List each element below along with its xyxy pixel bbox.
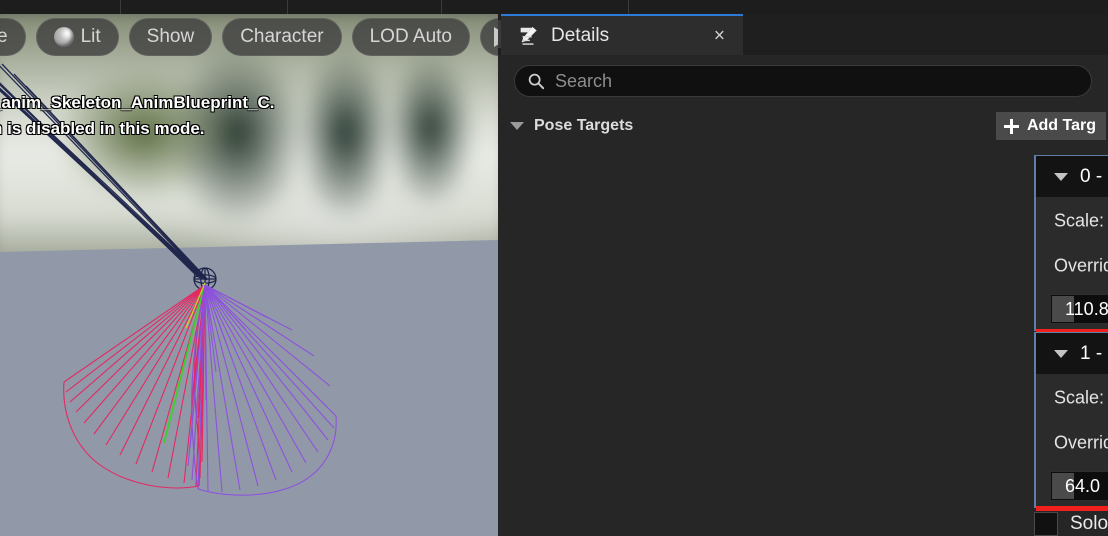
3d-viewport[interactable]: tive Lit Show Character LOD Auto _anim_S… bbox=[0, 0, 498, 536]
override-label: Override: bbox=[1054, 255, 1108, 276]
viewport-overlay-text: _anim_Skeleton_AnimBlueprint_C. n is dis… bbox=[0, 90, 274, 142]
pose-driver-visualization bbox=[0, 63, 498, 536]
pose-target-header[interactable]: 0 - Pose_1 13.5 S bbox=[1036, 156, 1108, 197]
viewport-lod-label: LOD Auto bbox=[369, 26, 452, 47]
lit-sphere-icon bbox=[53, 27, 74, 47]
pose-target-card: 1 - Pose_0 80.6 S Sca bbox=[1034, 332, 1108, 511]
tab-details[interactable]: Details × bbox=[501, 14, 743, 55]
app-root: tive Lit Show Character LOD Auto _anim_S… bbox=[0, 0, 1108, 536]
section-title: Pose Targets bbox=[534, 117, 634, 134]
add-target-button[interactable]: Add Targ bbox=[995, 112, 1106, 140]
chevron-down-icon[interactable] bbox=[1054, 349, 1068, 358]
pose-target-fields: Scale: 1.0 Drive: Pose_1 Hidden: Overrid… bbox=[1036, 197, 1108, 331]
viewport-mode-label: tive bbox=[0, 26, 8, 47]
pose-target-card: 0 - Pose_1 13.5 S Sca bbox=[1034, 155, 1108, 334]
viewport-top-strip bbox=[0, 0, 498, 14]
viewport-mode-button[interactable]: tive bbox=[0, 18, 26, 56]
viewport-lit-label: Lit bbox=[80, 26, 101, 47]
pose-value-x[interactable]: 110.829811 bbox=[1050, 294, 1108, 324]
pose-values-row: 110.829811 0.0 0.0 bbox=[1036, 287, 1108, 331]
pose-value-x-text: 64.0 bbox=[1065, 475, 1101, 496]
search-input[interactable]: Search bbox=[514, 65, 1092, 97]
override-label: Override: bbox=[1054, 432, 1108, 453]
scale-label: Scale: bbox=[1054, 387, 1105, 408]
chevron-down-icon[interactable] bbox=[1054, 172, 1068, 181]
viewport-character-button[interactable]: Character bbox=[222, 18, 342, 56]
viewport-ground-and-skeleton bbox=[0, 0, 498, 536]
chevron-down-icon[interactable] bbox=[510, 122, 524, 130]
pose-target-name: 0 - Pose_1 bbox=[1080, 165, 1108, 187]
scale-drive-row: Scale: 1.0 Drive: Pose_0 Hidden: bbox=[1036, 374, 1108, 422]
add-target-label: Add Targ bbox=[1026, 117, 1096, 134]
override-row: Override: Default Method Default Functio… bbox=[1036, 245, 1108, 287]
viewport-overlay-line-2: n is disabled in this mode. bbox=[0, 119, 205, 138]
viewport-play-button[interactable] bbox=[480, 18, 498, 56]
pose-targets-section-header[interactable]: Pose Targets Add Targ bbox=[510, 110, 1106, 142]
details-panel: Details × Search Pose Targets Add Targ 0… bbox=[498, 0, 1108, 536]
scale-label: Scale: bbox=[1054, 210, 1105, 231]
pose-target-name: 1 - Pose_0 bbox=[1080, 342, 1108, 364]
panel-top-strip bbox=[498, 0, 1108, 14]
close-icon[interactable]: × bbox=[714, 26, 725, 45]
search-icon bbox=[528, 73, 545, 90]
viewport-overlay-line-1: _anim_Skeleton_AnimBlueprint_C. bbox=[0, 93, 275, 112]
viewport-character-label: Character bbox=[240, 26, 324, 47]
pose-values-row: 64.0 0.0 0.0 bbox=[1036, 464, 1108, 508]
viewport-lit-button[interactable]: Lit bbox=[35, 18, 119, 56]
viewport-show-label: Show bbox=[146, 26, 195, 47]
solo-driven-label: Solo Driven Pose/Curve Only bbox=[1070, 513, 1108, 534]
plus-icon bbox=[1003, 118, 1019, 134]
scale-drive-row: Scale: 1.0 Drive: Pose_1 Hidden: bbox=[1036, 197, 1108, 245]
pose-value-x-text: 110.829811 bbox=[1065, 298, 1108, 319]
search-row: Search bbox=[514, 65, 1092, 97]
error-underline bbox=[1036, 506, 1108, 511]
viewport-toolbar[interactable]: tive Lit Show Character LOD Auto bbox=[0, 18, 498, 56]
pose-target-header[interactable]: 1 - Pose_0 80.6 S bbox=[1036, 333, 1108, 374]
pose-target-fields: Scale: 1.0 Drive: Pose_0 Hidden: Overrid… bbox=[1036, 374, 1108, 508]
solo-driven-checkbox[interactable] bbox=[1034, 512, 1058, 536]
viewport-lod-button[interactable]: LOD Auto bbox=[351, 18, 470, 56]
search-placeholder: Search bbox=[555, 70, 613, 91]
viewport-show-button[interactable]: Show bbox=[128, 18, 213, 56]
pose-value-x[interactable]: 64.0 bbox=[1050, 471, 1108, 501]
panel-footer: Solo Driven Pose/Curve Only Tools bbox=[1034, 512, 1108, 536]
tab-details-label: Details bbox=[551, 24, 610, 46]
details-pencil-icon bbox=[520, 26, 537, 45]
details-panel-body: Search Pose Targets Add Targ bbox=[498, 55, 1108, 536]
override-row: Override: Default Method Default Functio… bbox=[1036, 422, 1108, 464]
